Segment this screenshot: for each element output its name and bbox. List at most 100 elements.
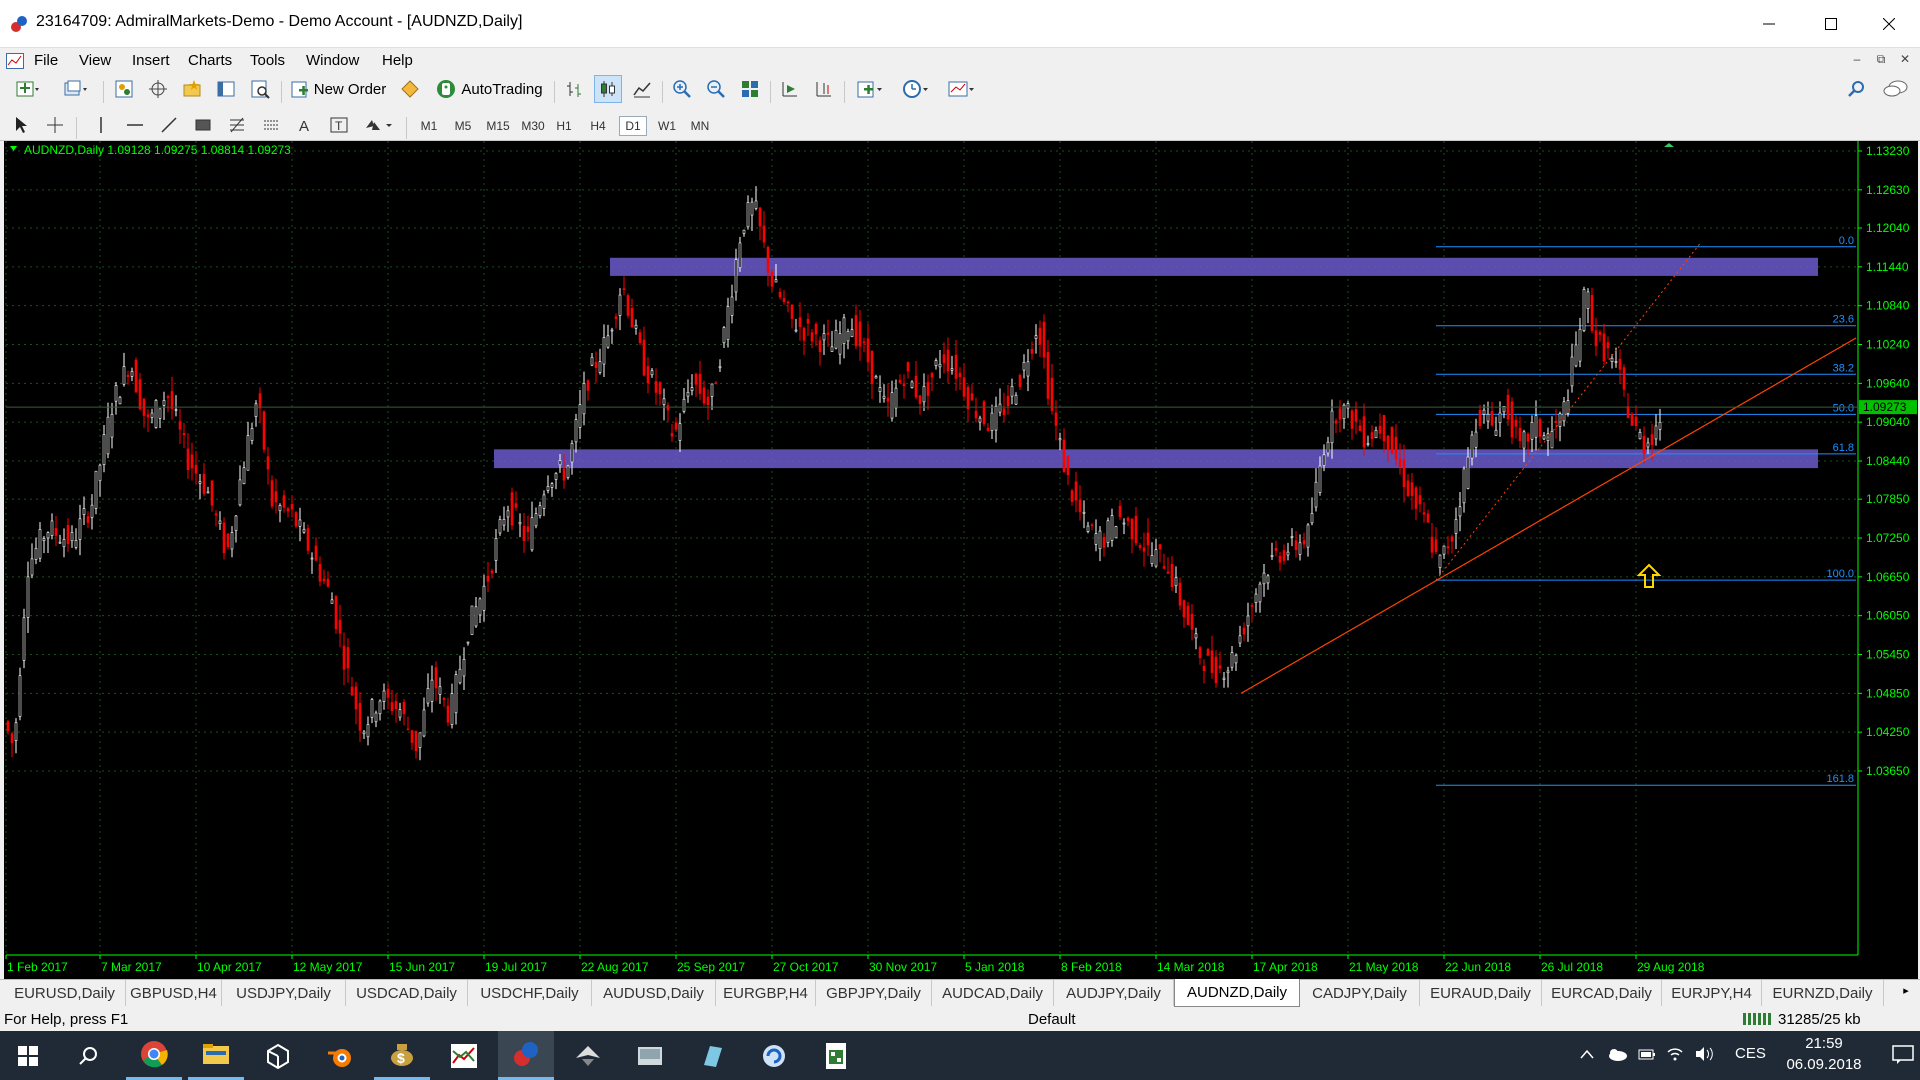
crosshair-tool-button[interactable]	[42, 111, 68, 139]
menu-tools[interactable]: Tools	[250, 52, 285, 69]
battery-icon[interactable]	[1638, 1047, 1656, 1061]
spreadsheet-taskbar-button[interactable]	[808, 1031, 864, 1080]
chart-tab[interactable]: EURCAD,Daily	[1542, 980, 1662, 1006]
menu-view[interactable]: View	[79, 52, 111, 69]
app-tablet-taskbar-button[interactable]	[684, 1031, 740, 1080]
chart-window-icon[interactable]	[6, 53, 24, 69]
chart-tab[interactable]: GBPJPY,Daily	[816, 980, 932, 1006]
indicators-button[interactable]	[850, 75, 890, 103]
blender-taskbar-button[interactable]	[312, 1031, 368, 1080]
timeframe-mn[interactable]: MN	[686, 116, 714, 136]
clock-time[interactable]: 21:59	[1792, 1035, 1856, 1052]
timeframe-h4[interactable]: H4	[585, 116, 611, 136]
menu-insert[interactable]: Insert	[132, 52, 170, 69]
timeframe-m1[interactable]: M1	[416, 116, 442, 136]
new-order-button[interactable]: New Order	[288, 75, 388, 103]
money-app-taskbar-button[interactable]: $	[374, 1031, 430, 1080]
price-zone[interactable]	[494, 449, 1818, 469]
strategy-tester-button[interactable]	[246, 75, 274, 103]
chart-tab[interactable]: EURNZD,Daily	[1762, 980, 1884, 1006]
autotrading-button[interactable]: AutoTrading	[430, 75, 548, 103]
search-taskbar-button[interactable]	[60, 1031, 116, 1080]
timeframe-m5[interactable]: M5	[450, 116, 476, 136]
menu-file[interactable]: File	[34, 52, 58, 69]
chrome-taskbar-button[interactable]	[126, 1031, 182, 1080]
arrows-button[interactable]	[360, 111, 398, 139]
unity-taskbar-button[interactable]	[250, 1031, 306, 1080]
auto-scroll-button[interactable]	[776, 75, 804, 103]
timeframe-w1[interactable]: W1	[653, 116, 681, 136]
chart-tab[interactable]: EURGBP,H4	[716, 980, 816, 1006]
metatrader-taskbar-button[interactable]	[498, 1031, 554, 1080]
new-chart-button[interactable]	[8, 75, 48, 103]
zoom-in-button[interactable]	[668, 75, 696, 103]
menu-window[interactable]: Window	[306, 52, 359, 69]
chart-tab[interactable]: AUDNZD,Daily	[1174, 979, 1300, 1007]
minimize-button[interactable]	[1740, 0, 1798, 48]
action-center-icon[interactable]	[1892, 1045, 1914, 1065]
meta-editor-button[interactable]	[396, 75, 424, 103]
vertical-line-button[interactable]	[88, 111, 114, 139]
mdi-restore-button[interactable]: ⧉	[1872, 52, 1890, 70]
bar-chart-button[interactable]	[560, 75, 588, 103]
profiles-button[interactable]	[56, 75, 96, 103]
chart-tab[interactable]: AUDUSD,Daily	[592, 980, 716, 1006]
rectangle-button[interactable]	[190, 111, 216, 139]
maximize-button[interactable]	[1802, 0, 1860, 48]
menu-charts[interactable]: Charts	[188, 52, 232, 69]
timeframe-h1[interactable]: H1	[551, 116, 577, 136]
chart-tab[interactable]: EURAUD,Daily	[1420, 980, 1542, 1006]
timeframe-d1[interactable]: D1	[619, 116, 647, 136]
zoom-out-button[interactable]	[702, 75, 730, 103]
trendline-button[interactable]	[156, 111, 182, 139]
chart-tab[interactable]: EURUSD,Daily	[4, 980, 126, 1006]
mdi-minimize-button[interactable]: –	[1848, 52, 1866, 70]
horizontal-line-button[interactable]	[122, 111, 148, 139]
chart-shift-button[interactable]	[810, 75, 838, 103]
app-drive-taskbar-button[interactable]	[622, 1031, 678, 1080]
price-zone[interactable]	[610, 257, 1818, 276]
price-chart[interactable]: 0.0 23.6 38.2 50.0 61.8 100.0 161.8 1.13230 1.1…	[0, 141, 1920, 979]
mdi-close-button[interactable]: ✕	[1896, 52, 1914, 70]
menu-help[interactable]: Help	[382, 52, 413, 69]
app-swirl-taskbar-button[interactable]	[746, 1031, 802, 1080]
chart-tab[interactable]: USDJPY,Daily	[222, 980, 346, 1006]
cursor-tool-button[interactable]	[8, 111, 34, 139]
wifi-icon[interactable]	[1666, 1045, 1684, 1063]
chart-tab[interactable]: CADJPY,Daily	[1300, 980, 1420, 1006]
search-button[interactable]	[1842, 75, 1870, 103]
line-chart-button[interactable]	[628, 75, 656, 103]
chart-tab[interactable]: USDCHF,Daily	[468, 980, 592, 1006]
chart-window[interactable]: 0.0 23.6 38.2 50.0 61.8 100.0 161.8 1.13230 1.1…	[0, 141, 1920, 979]
chart-tab[interactable]: AUDJPY,Daily	[1054, 980, 1174, 1006]
data-window-button[interactable]	[144, 75, 172, 103]
clock-date[interactable]: 06.09.2018	[1776, 1056, 1872, 1073]
text-tool-button[interactable]: A	[292, 111, 318, 139]
fibonacci-button[interactable]	[224, 111, 250, 139]
connection-status-icon[interactable]	[1742, 1011, 1776, 1027]
start-button[interactable]	[0, 1031, 56, 1080]
chart-tab[interactable]: GBPUSD,H4	[126, 980, 222, 1006]
chart-tab[interactable]: AUDCAD,Daily	[932, 980, 1054, 1006]
terminal-button[interactable]	[212, 75, 240, 103]
templates-button[interactable]	[942, 75, 982, 103]
channel-button[interactable]	[258, 111, 284, 139]
show-hidden-icons-icon[interactable]	[1580, 1049, 1594, 1059]
file-explorer-taskbar-button[interactable]	[188, 1031, 244, 1080]
keyboard-language[interactable]: CES	[1735, 1045, 1766, 1062]
chart-tab[interactable]: EURJPY,H4	[1662, 980, 1762, 1006]
chart-tab[interactable]: USDCAD,Daily	[346, 980, 468, 1006]
candlestick-chart-button[interactable]	[594, 75, 622, 103]
tabs-scroll-right-icon[interactable]: ▸	[1896, 984, 1916, 1002]
app-spaceship-taskbar-button[interactable]	[560, 1031, 616, 1080]
tile-windows-button[interactable]	[736, 75, 764, 103]
close-button[interactable]	[1860, 0, 1918, 48]
market-watch-button[interactable]	[110, 75, 138, 103]
timeframe-m15[interactable]: M15	[482, 116, 514, 136]
volume-icon[interactable]	[1694, 1046, 1714, 1062]
onedrive-cloud-icon[interactable]	[1606, 1047, 1628, 1061]
navigator-button[interactable]	[178, 75, 206, 103]
chat-button[interactable]	[1880, 75, 1912, 103]
timeframe-m30[interactable]: M30	[517, 116, 549, 136]
text-label-button[interactable]: T	[326, 111, 352, 139]
